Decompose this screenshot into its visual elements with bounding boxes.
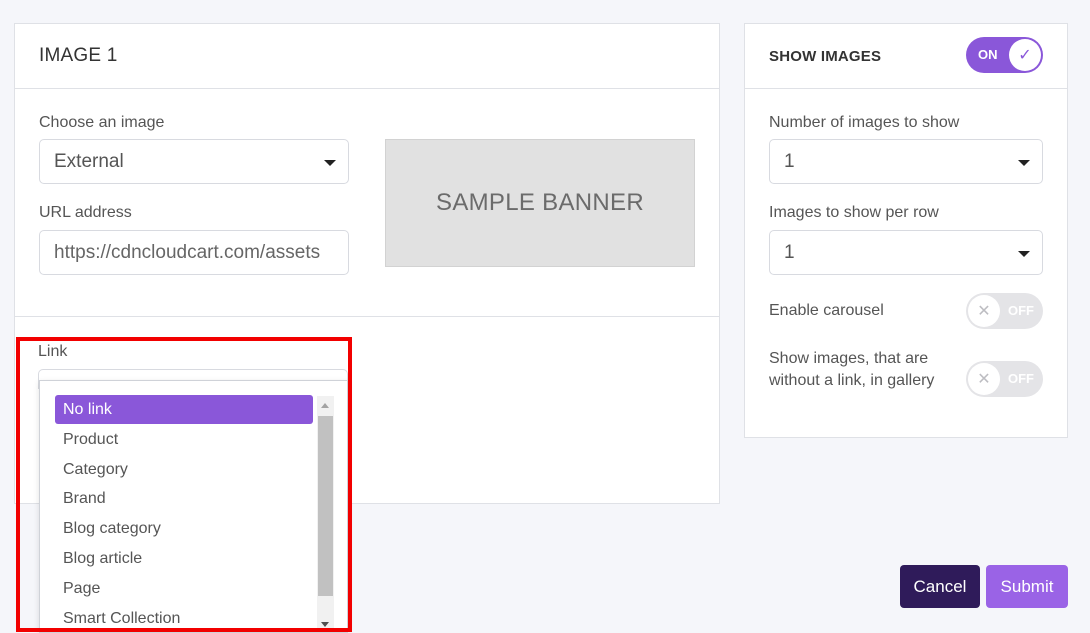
check-icon: ✓: [1009, 39, 1041, 71]
url-address-value: https://cdncloudcart.com/assets: [54, 241, 321, 263]
show-images-title: SHOW IMAGES: [769, 47, 882, 65]
enable-carousel-toggle-label: OFF: [1008, 303, 1034, 318]
chevron-down-icon: [1018, 160, 1030, 166]
show-images-header: SHOW IMAGES ON ✓: [745, 24, 1067, 89]
without-link-toggle-label: OFF: [1008, 371, 1034, 386]
choose-image-value: External: [54, 150, 124, 172]
without-link-toggle[interactable]: ✕ OFF: [966, 361, 1043, 397]
banner-preview-text: SAMPLE BANNER: [436, 189, 644, 216]
image-panel-header: IMAGE 1: [15, 24, 719, 89]
submit-button[interactable]: Submit: [986, 565, 1068, 608]
show-images-toggle[interactable]: ON ✓: [966, 37, 1043, 73]
images-per-row-select[interactable]: 1: [769, 230, 1043, 275]
url-address-input[interactable]: https://cdncloudcart.com/assets: [39, 230, 349, 275]
x-icon: ✕: [968, 295, 1000, 327]
enable-carousel-toggle[interactable]: ✕ OFF: [966, 293, 1043, 329]
choose-image-label: Choose an image: [39, 114, 165, 131]
section-divider: [15, 316, 719, 317]
images-per-row-value: 1: [784, 241, 795, 263]
cancel-button[interactable]: Cancel: [900, 565, 980, 608]
choose-image-select[interactable]: External: [39, 139, 349, 184]
show-images-panel: SHOW IMAGES ON ✓ Number of images to sho…: [744, 23, 1068, 438]
chevron-down-icon: [324, 160, 336, 166]
show-images-toggle-label: ON: [978, 47, 998, 62]
images-count-select[interactable]: 1: [769, 139, 1043, 184]
url-address-label: URL address: [39, 204, 132, 221]
without-link-label: Show images, that are without a link, in…: [769, 350, 935, 389]
images-per-row-label: Images to show per row: [769, 204, 939, 221]
images-count-value: 1: [784, 150, 795, 172]
banner-preview-image: SAMPLE BANNER: [385, 139, 695, 267]
enable-carousel-label: Enable carousel: [769, 302, 884, 319]
chevron-down-icon: [1018, 251, 1030, 257]
highlight-box: [16, 337, 352, 632]
image-panel-title: IMAGE 1: [39, 45, 118, 66]
x-icon: ✕: [968, 363, 1000, 395]
images-count-label: Number of images to show: [769, 114, 960, 131]
